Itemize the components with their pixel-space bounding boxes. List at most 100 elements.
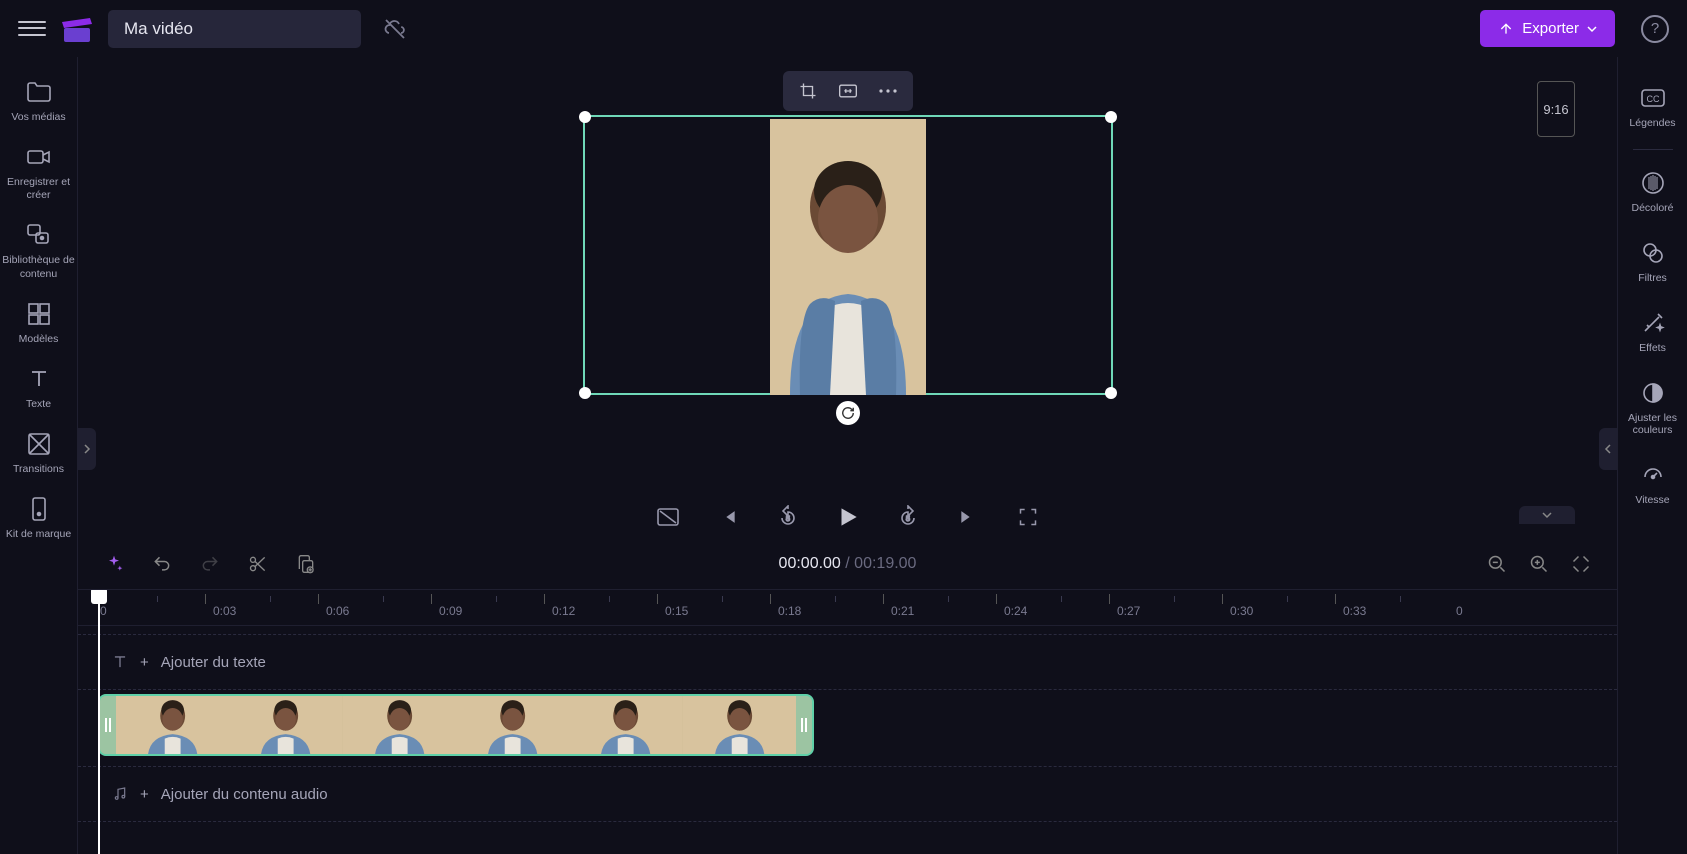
collapse-timeline-button[interactable] <box>1519 506 1575 524</box>
resize-handle-br[interactable] <box>1105 387 1117 399</box>
sidebar-item-transitions[interactable]: Transitions <box>0 421 77 486</box>
zoom-out-button[interactable] <box>1485 552 1509 576</box>
selection-frame[interactable] <box>583 115 1113 395</box>
svg-text:5: 5 <box>906 516 910 523</box>
crop-button[interactable] <box>789 77 827 105</box>
skip-end-button[interactable] <box>953 502 983 532</box>
menu-button[interactable] <box>18 15 46 43</box>
right-item-adjust-colors[interactable]: Ajuster les couleurs <box>1618 370 1687 446</box>
right-label: Décoloré <box>1631 202 1673 214</box>
aspect-ratio-label: 9:16 <box>1543 102 1568 117</box>
sidebar-label: Texte <box>26 398 51 411</box>
ai-sparkle-button[interactable] <box>102 552 126 576</box>
music-icon <box>112 786 128 802</box>
aspect-ratio-button[interactable]: 9:16 <box>1537 81 1575 137</box>
right-label: Vitesse <box>1635 494 1669 506</box>
text-icon <box>112 654 128 670</box>
sidebar-item-library[interactable]: Bibliothèque de contenu <box>0 212 77 290</box>
help-button[interactable]: ? <box>1641 15 1669 43</box>
right-label: Filtres <box>1638 272 1667 284</box>
ruler-label: 0:09 <box>439 604 462 618</box>
text-track-label: Ajouter du texte <box>161 654 266 671</box>
resize-handle-bl[interactable] <box>579 387 591 399</box>
sidebar-item-record[interactable]: Enregistrer et créer <box>0 134 77 212</box>
video-track[interactable] <box>98 694 1617 758</box>
ruler-label: 0:18 <box>778 604 801 618</box>
clip-thumbnail <box>683 696 796 754</box>
ruler-label: 0 <box>100 604 107 618</box>
more-options-button[interactable] <box>869 77 907 105</box>
clip-thumbnail <box>343 696 456 754</box>
preview-canvas[interactable]: 9:16 <box>78 57 1617 495</box>
sidebar-item-text[interactable]: Texte <box>0 356 77 421</box>
templates-icon <box>26 301 52 327</box>
cloud-sync-off-icon[interactable] <box>375 9 415 49</box>
preview-clip-image <box>770 119 926 395</box>
right-item-fade[interactable]: Décoloré <box>1618 160 1687 224</box>
ruler-label: 0:27 <box>1117 604 1140 618</box>
sidebar-item-brandkit[interactable]: Kit de marque <box>0 486 77 551</box>
speed-icon <box>1640 462 1666 488</box>
zoom-in-button[interactable] <box>1527 552 1551 576</box>
export-button[interactable]: Exporter <box>1480 10 1615 47</box>
skip-start-button[interactable] <box>713 502 743 532</box>
timeline[interactable]: 00:030:060:090:120:150:180:210:240:270:3… <box>78 589 1617 854</box>
rotate-handle[interactable] <box>836 401 860 425</box>
export-label: Exporter <box>1522 20 1579 37</box>
sidebar-label: Modèles <box>19 333 59 346</box>
clip-thumbnail <box>456 696 569 754</box>
ruler-label: 0:06 <box>326 604 349 618</box>
text-track[interactable]: + Ajouter du texte <box>78 634 1617 690</box>
audio-track[interactable]: + Ajouter du contenu audio <box>78 766 1617 822</box>
project-title-input[interactable] <box>108 10 361 48</box>
filters-icon <box>1640 240 1666 266</box>
sidebar-item-media[interactable]: Vos médias <box>0 69 77 134</box>
right-item-speed[interactable]: Vitesse <box>1618 452 1687 516</box>
svg-text:CC: CC <box>1646 94 1659 104</box>
video-clip[interactable] <box>98 694 814 756</box>
sidebar-label: Enregistrer et créer <box>2 176 75 202</box>
audio-track-label: Ajouter du contenu audio <box>161 786 328 803</box>
divider <box>1633 149 1673 150</box>
plus-icon: + <box>140 654 149 671</box>
sidebar-label: Kit de marque <box>6 528 71 541</box>
chevron-down-icon <box>1587 24 1597 34</box>
effects-icon <box>1640 310 1666 336</box>
resize-handle-tl[interactable] <box>579 111 591 123</box>
copy-button[interactable] <box>294 552 318 576</box>
fullscreen-button[interactable] <box>1013 502 1043 532</box>
clip-thumbnail <box>569 696 682 754</box>
right-item-captions[interactable]: CC Légendes <box>1618 75 1687 139</box>
sidebar-label: Transitions <box>13 463 64 476</box>
safe-zone-toggle[interactable] <box>653 502 683 532</box>
zoom-fit-button[interactable] <box>1569 552 1593 576</box>
fit-button[interactable] <box>829 77 867 105</box>
rewind-5-button[interactable]: 5 <box>773 502 803 532</box>
resize-handle-tr[interactable] <box>1105 111 1117 123</box>
clip-trim-left[interactable] <box>100 696 116 754</box>
right-item-filters[interactable]: Filtres <box>1618 230 1687 294</box>
redo-button[interactable] <box>198 552 222 576</box>
camera-icon <box>26 144 52 170</box>
clip-trim-right[interactable] <box>796 696 812 754</box>
library-icon <box>26 222 52 248</box>
right-item-effects[interactable]: Effets <box>1618 300 1687 364</box>
app-logo-icon[interactable] <box>60 14 94 44</box>
ruler-label: 0:12 <box>552 604 575 618</box>
forward-5-button[interactable]: 5 <box>893 502 923 532</box>
split-button[interactable] <box>246 552 270 576</box>
sidebar-label: Bibliothèque de contenu <box>2 254 75 280</box>
ruler-label: 0:24 <box>1004 604 1027 618</box>
captions-icon: CC <box>1640 85 1666 111</box>
transitions-icon <box>26 431 52 457</box>
text-icon <box>26 366 52 392</box>
undo-button[interactable] <box>150 552 174 576</box>
timeline-ruler[interactable]: 00:030:060:090:120:150:180:210:240:270:3… <box>78 590 1617 626</box>
ruler-label: 0:30 <box>1230 604 1253 618</box>
sidebar-item-templates[interactable]: Modèles <box>0 291 77 356</box>
right-label: Ajuster les couleurs <box>1620 412 1685 436</box>
expand-right-panel-button[interactable] <box>1599 428 1617 470</box>
clip-thumbnail <box>116 696 229 754</box>
play-button[interactable] <box>833 502 863 532</box>
playhead[interactable] <box>98 590 100 854</box>
